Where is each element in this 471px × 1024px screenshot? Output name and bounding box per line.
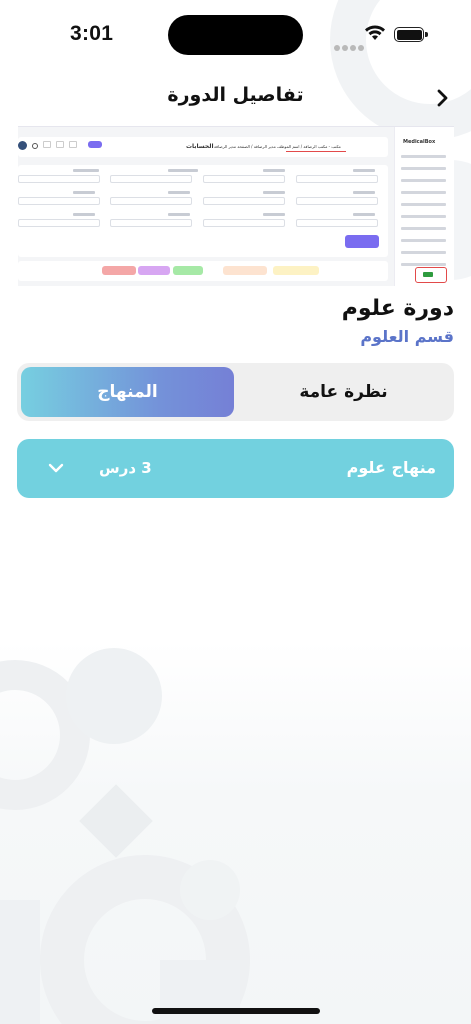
course-department: قسم العلوم bbox=[360, 327, 454, 346]
nav-header: تفاصيل الدورة bbox=[0, 78, 471, 118]
preview-page-title: الحسابات bbox=[186, 143, 214, 150]
home-indicator[interactable] bbox=[152, 1008, 320, 1014]
tab-bar: نظرة عامة المنهاج bbox=[17, 363, 454, 421]
page-title: تفاصيل الدورة bbox=[167, 84, 304, 106]
course-title: دورة علوم bbox=[341, 296, 454, 321]
preview-status-pills bbox=[18, 261, 388, 281]
chevron-right-icon bbox=[437, 89, 448, 107]
curriculum-name: منهاج علوم bbox=[346, 458, 436, 477]
course-image: الحسابات مكتب - مكتب الرصافة / اسم الموظ… bbox=[18, 126, 454, 286]
status-bar: 3:01 bbox=[0, 0, 471, 60]
preview-main: الحسابات مكتب - مكتب الرصافة / اسم الموظ… bbox=[18, 135, 390, 283]
tab-curriculum[interactable]: المنهاج bbox=[21, 367, 234, 417]
preview-breadcrumb: مكتب - مكتب الرصافة / اسم الموظف مدير ال… bbox=[214, 144, 341, 149]
tab-overview[interactable]: نظرة عامة bbox=[237, 367, 450, 417]
chevron-down-icon[interactable] bbox=[47, 461, 65, 475]
cellular-signal-icon bbox=[334, 36, 366, 55]
preview-sidebar: MedicalBox bbox=[394, 127, 454, 286]
preview-sidebar-brand: MedicalBox bbox=[403, 139, 436, 145]
dynamic-island bbox=[168, 15, 303, 55]
back-button[interactable] bbox=[430, 86, 454, 110]
battery-icon bbox=[394, 27, 428, 42]
wifi-icon bbox=[365, 25, 385, 40]
preview-topbar: الحسابات مكتب - مكتب الرصافة / اسم الموظ… bbox=[18, 137, 388, 157]
curriculum-accordion[interactable]: منهاج علوم 3 درس bbox=[17, 439, 454, 498]
status-time: 3:01 bbox=[70, 22, 114, 45]
preview-form bbox=[18, 165, 388, 257]
lesson-count: 3 درس bbox=[99, 459, 152, 477]
